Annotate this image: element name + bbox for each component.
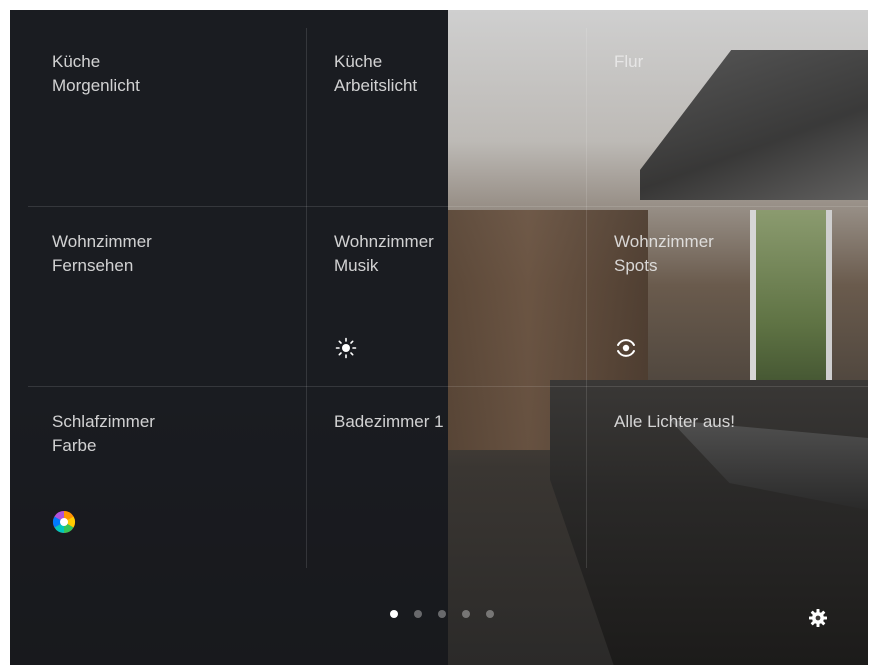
page-dot[interactable] [462,610,470,618]
sun-icon [334,336,358,360]
tile-label: Flur [614,52,644,71]
scene-tile-schlafzimmer-farbe[interactable]: Schlafzimmer Farbe [52,410,332,590]
page-dot-active[interactable] [390,610,398,618]
page-dot[interactable] [438,610,446,618]
scene-tile-wohnzimmer-musik[interactable]: Wohnzimmer Musik [334,230,614,410]
page-indicator[interactable] [390,610,494,620]
tile-label: Wohnzimmer Musik [334,232,434,275]
scene-tile-badezimmer-1[interactable]: Badezimmer 1 [334,410,614,590]
circle-dot-icon [614,336,638,360]
light-scenes-screen: Küche Morgenlicht Küche Arbeitslicht Flu… [10,10,868,665]
tile-label: Küche Arbeitslicht [334,52,418,95]
scene-tile-wohnzimmer-spots[interactable]: Wohnzimmer Spots [614,230,868,410]
scene-tile-flur[interactable]: Flur [614,50,868,230]
gear-icon[interactable] [808,608,828,628]
tile-label: Wohnzimmer Spots [614,232,714,275]
page-dot[interactable] [486,610,494,618]
tile-label: Schlafzimmer Farbe [52,412,155,455]
color-wheel-icon [52,510,76,534]
scene-tile-kueche-arbeitslicht[interactable]: Küche Arbeitslicht [334,50,614,230]
scene-tile-kueche-morgenlicht[interactable]: Küche Morgenlicht [52,50,332,230]
tile-label: Küche Morgenlicht [52,52,140,95]
tile-label: Alle Lichter aus! [614,412,735,431]
scene-tile-wohnzimmer-fernsehen[interactable]: Wohnzimmer Fernsehen [52,230,332,410]
scene-tile-alle-lichter-aus[interactable]: Alle Lichter aus! [614,410,868,590]
tile-label: Wohnzimmer Fernsehen [52,232,152,275]
tile-label: Badezimmer 1 [334,412,444,431]
page-dot[interactable] [414,610,422,618]
